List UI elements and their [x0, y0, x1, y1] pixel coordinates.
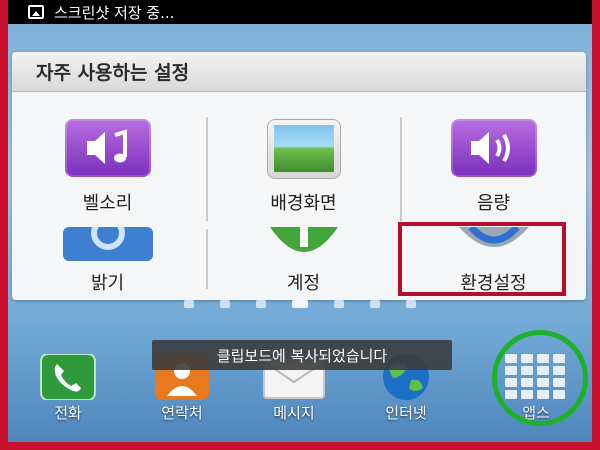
dock-phone[interactable]: 전화	[18, 350, 118, 442]
dock-internet-label: 인터넷	[385, 404, 427, 422]
setting-account[interactable]: 계정	[208, 227, 399, 300]
volume-icon	[450, 119, 537, 177]
setting-volume[interactable]: 음량	[398, 93, 586, 229]
page-dot-active[interactable]	[292, 300, 308, 308]
page-dot[interactable]	[256, 300, 266, 308]
home-screen: 스크린샷 저장 중... 자주 사용하는 설정 벨소리 배경화면 음량 밝기 계…	[8, 0, 592, 442]
brightness-icon	[62, 216, 153, 265]
page-dot[interactable]	[220, 300, 230, 308]
volume-label: 음량	[476, 193, 511, 214]
screenshot-icon	[28, 5, 44, 19]
setting-wallpaper[interactable]: 배경화면	[208, 93, 399, 229]
account-icon	[264, 227, 344, 265]
brightness-label: 밝기	[90, 273, 125, 294]
wallpaper-icon	[266, 119, 341, 179]
setting-brightness[interactable]: 밝기	[12, 216, 203, 300]
toast-message: 클립보드에 복사되었습니다	[152, 340, 452, 370]
wallpaper-label: 배경화면	[270, 193, 337, 214]
dock-contacts-label: 연락처	[161, 404, 203, 422]
account-label: 계정	[286, 273, 321, 294]
ringtone-icon	[64, 119, 151, 177]
widget-title: 자주 사용하는 설정	[12, 52, 586, 92]
setting-ringtone[interactable]: 벨소리	[12, 93, 203, 229]
page-indicator	[8, 300, 592, 308]
highlight-circle	[492, 330, 588, 426]
page-dot[interactable]	[334, 300, 344, 308]
page-dot[interactable]	[184, 300, 194, 308]
status-notification: 스크린샷 저장 중...	[54, 3, 175, 22]
ringtone-label: 벨소리	[82, 193, 133, 214]
settings-row-1: 벨소리 배경화면 음량	[12, 93, 586, 229]
status-bar[interactable]: 스크린샷 저장 중...	[8, 0, 592, 24]
dock-phone-label: 전화	[54, 404, 82, 422]
highlight-rectangle	[398, 222, 566, 296]
page-dot[interactable]	[406, 300, 416, 308]
phone-icon	[40, 354, 96, 400]
dock-messages-label: 메시지	[273, 404, 315, 422]
page-dot[interactable]	[370, 300, 380, 308]
